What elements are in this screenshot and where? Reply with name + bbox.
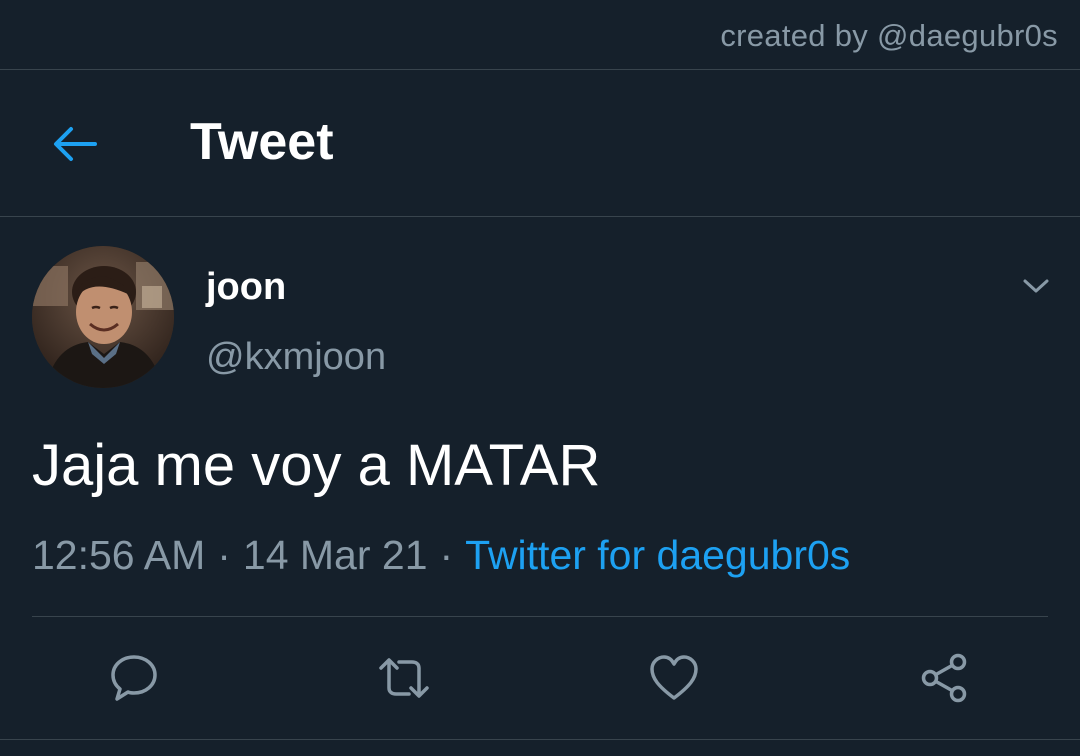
heart-icon [648,654,700,702]
avatar-photo [32,246,174,388]
tweet-menu-button[interactable] [1014,266,1058,306]
tweet-time: 12:56 AM [32,532,206,578]
share-button[interactable] [918,652,970,704]
actions-divider [32,616,1048,617]
header-divider [0,216,1080,217]
tweet-text: Jaja me voy a MATAR [32,433,601,498]
watermark-text: created by @daegubr0s [720,18,1058,53]
user-handle[interactable]: @kxmjoon [206,336,386,379]
retweet-button[interactable] [378,652,430,704]
top-divider [0,69,1080,70]
meta-separator: · [439,532,454,578]
chevron-down-icon [1022,277,1050,295]
back-button[interactable] [48,120,100,168]
reply-button[interactable] [108,652,160,704]
reply-icon [108,652,160,704]
bottom-divider [0,739,1080,740]
avatar[interactable] [32,246,174,388]
display-name[interactable]: joon [206,266,286,309]
like-button[interactable] [648,652,700,704]
tweet-date: 14 Mar 21 [242,532,428,578]
arrow-left-icon [51,124,97,164]
page-title: Tweet [190,113,334,171]
meta-separator: · [217,532,231,578]
tweet-meta: 12:56 AM · 14 Mar 21 · Twitter for daegubr0s [32,532,850,579]
tweet-source-link[interactable]: Twitter for daegubr0s [465,532,850,578]
share-icon [918,652,970,704]
retweet-icon [375,652,433,704]
tweet-screen: created by @daegubr0s Tweet joon @kxmjoo… [0,0,1080,756]
